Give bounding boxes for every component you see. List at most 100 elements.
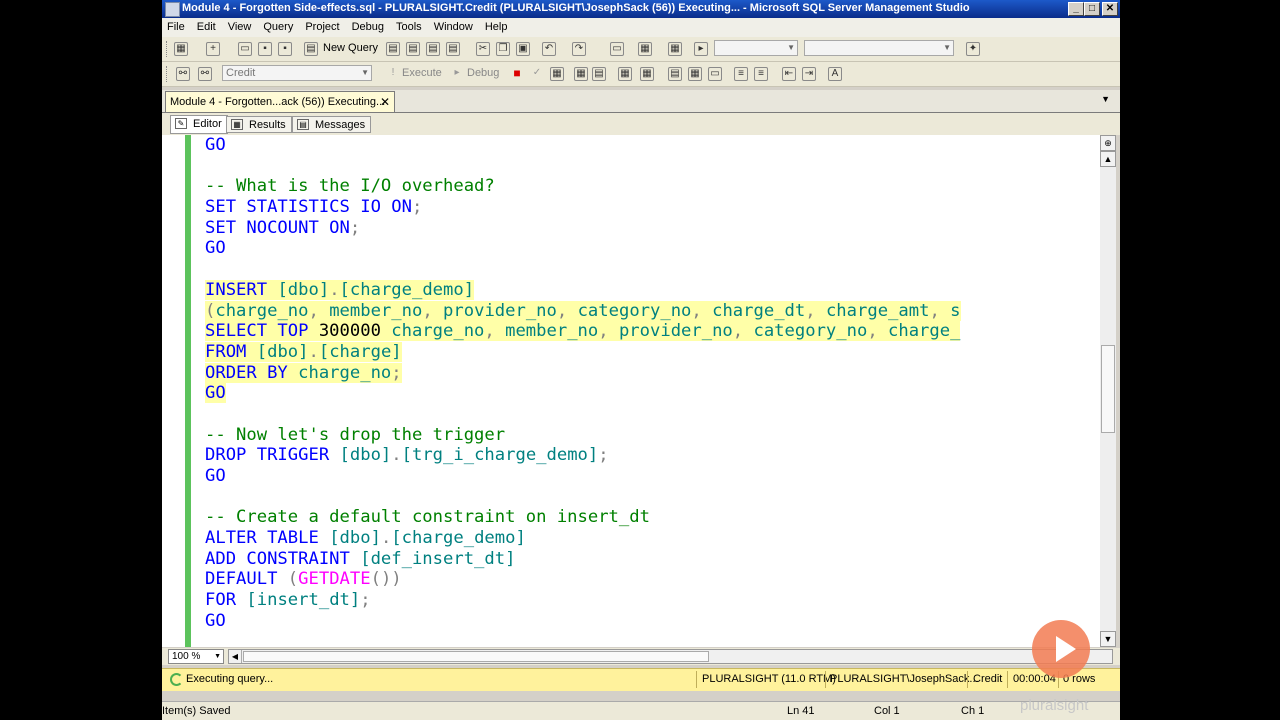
- code-token: provider_no: [618, 321, 733, 342]
- tab-messages[interactable]: ▤ Messages: [292, 116, 372, 133]
- code-line[interactable]: ADD CONSTRAINT [def_insert_dt]: [205, 549, 961, 570]
- query-designer-icon[interactable]: ▦: [574, 67, 588, 81]
- comment-icon[interactable]: ≡: [734, 67, 748, 81]
- find-combo[interactable]: ▼: [804, 40, 954, 56]
- minimize-button[interactable]: _: [1068, 2, 1084, 16]
- code-line[interactable]: [205, 487, 961, 508]
- horizontal-scroll-thumb[interactable]: [243, 651, 709, 662]
- code-line[interactable]: DROP TRIGGER [dbo].[trg_i_charge_demo];: [205, 445, 961, 466]
- scroll-left-icon[interactable]: ◀: [229, 650, 242, 663]
- code-line[interactable]: (charge_no, member_no, provider_no, cate…: [205, 300, 961, 322]
- execute-button[interactable]: Execute: [402, 67, 442, 79]
- code-line[interactable]: GO: [205, 383, 961, 404]
- navigate-icon[interactable]: ▭: [610, 42, 624, 56]
- code-line[interactable]: -- What is the I/O overhead?: [205, 176, 961, 197]
- code-line[interactable]: ALTER TABLE [dbo].[charge_demo]: [205, 528, 961, 549]
- new-query-icon[interactable]: ▤: [304, 42, 318, 56]
- disconnect-icon[interactable]: ⚯: [198, 67, 212, 81]
- code-line[interactable]: SET STATISTICS IO ON;: [205, 197, 961, 218]
- paste-icon[interactable]: ▣: [516, 42, 530, 56]
- menu-view[interactable]: View: [223, 18, 259, 35]
- toolbar-grip[interactable]: [166, 66, 170, 82]
- code-line[interactable]: FROM [dbo].[charge]: [205, 341, 961, 363]
- code-line[interactable]: INSERT [dbo].[charge_demo]: [205, 279, 961, 301]
- undo-icon[interactable]: ↶: [542, 42, 556, 56]
- new-query-button[interactable]: New Query: [323, 42, 378, 54]
- font-size-icon[interactable]: A: [828, 67, 842, 81]
- xmla-query-icon[interactable]: ▤: [446, 42, 460, 56]
- cancel-query-icon[interactable]: ■: [510, 67, 524, 81]
- code-token: [trg_i_charge_demo]: [401, 445, 599, 466]
- tab-editor[interactable]: ✎ Editor: [170, 115, 228, 134]
- save-icon[interactable]: ▪: [258, 42, 272, 56]
- tab-results[interactable]: ▦ Results: [226, 116, 292, 133]
- code-line[interactable]: -- Create a default constraint on insert…: [205, 507, 961, 528]
- registered-servers-icon[interactable]: ▦: [638, 42, 652, 56]
- vertical-scroll-thumb[interactable]: [1101, 345, 1115, 433]
- horizontal-scrollbar[interactable]: ◀: [228, 649, 1113, 664]
- open-file-icon[interactable]: ▭: [238, 42, 252, 56]
- code-line[interactable]: GO: [205, 135, 961, 156]
- increase-indent-icon[interactable]: ⇥: [802, 67, 816, 81]
- tab-list-dropdown-icon[interactable]: ▼: [1101, 94, 1110, 104]
- toolbar-grip[interactable]: [166, 41, 170, 57]
- code-line[interactable]: FOR [insert_dt];: [205, 590, 961, 611]
- menu-edit[interactable]: Edit: [192, 18, 223, 35]
- properties-icon[interactable]: ✦: [966, 42, 980, 56]
- code-line[interactable]: -- Now let's drop the trigger: [205, 425, 961, 446]
- redo-icon[interactable]: ↷: [572, 42, 586, 56]
- menu-file[interactable]: File: [162, 18, 192, 35]
- uncomment-icon[interactable]: ≡: [754, 67, 768, 81]
- include-plan-icon[interactable]: ▦: [618, 67, 632, 81]
- vertical-scrollbar[interactable]: ⊕ ▲ ▼: [1100, 135, 1116, 647]
- close-tab-icon[interactable]: ✕: [380, 95, 390, 109]
- analysis-query-icon[interactable]: ▤: [406, 42, 420, 56]
- menu-project[interactable]: Project: [300, 18, 346, 35]
- code-line[interactable]: [205, 259, 961, 280]
- code-line[interactable]: DEFAULT (GETDATE()): [205, 569, 961, 590]
- code-line[interactable]: SET NOCOUNT ON;: [205, 218, 961, 239]
- object-explorer-icon[interactable]: ▦: [668, 42, 682, 56]
- display-estimated-plan-icon[interactable]: ▦: [550, 67, 564, 81]
- available-databases-combo[interactable]: Credit ▼: [222, 65, 372, 81]
- client-statistics-icon[interactable]: ▦: [640, 67, 654, 81]
- code-area[interactable]: GO -- What is the I/O overhead? SET STATI…: [205, 135, 961, 632]
- add-item-icon[interactable]: +: [206, 42, 220, 56]
- solution-config-combo[interactable]: ▼: [714, 40, 798, 56]
- code-line[interactable]: GO: [205, 238, 961, 259]
- parse-icon[interactable]: ✓: [530, 67, 544, 81]
- connect-icon[interactable]: ⚯: [176, 67, 190, 81]
- db-engine-query-icon[interactable]: ▤: [386, 42, 400, 56]
- code-line[interactable]: GO: [205, 466, 961, 487]
- menu-tools[interactable]: Tools: [391, 18, 429, 35]
- code-line[interactable]: ORDER BY charge_no;: [205, 362, 961, 384]
- new-project-icon[interactable]: ▦: [174, 42, 188, 56]
- scroll-up-icon[interactable]: ▲: [1100, 151, 1116, 167]
- decrease-indent-icon[interactable]: ⇤: [782, 67, 796, 81]
- play-icon[interactable]: ▸: [694, 42, 708, 56]
- zoom-combo[interactable]: 100 % ▼: [168, 649, 224, 664]
- code-line[interactable]: GO: [205, 611, 961, 632]
- database-combo-value: Credit: [226, 67, 256, 79]
- menu-query[interactable]: Query: [258, 18, 300, 35]
- cut-icon[interactable]: ✂: [476, 42, 490, 56]
- results-to-grid-icon[interactable]: ▦: [688, 67, 702, 81]
- menu-debug[interactable]: Debug: [347, 18, 391, 35]
- code-line[interactable]: [205, 404, 961, 425]
- copy-icon[interactable]: ❐: [496, 42, 510, 56]
- document-tab[interactable]: Module 4 - Forgotten...ack (56)) Executi…: [165, 91, 395, 112]
- results-to-text-icon[interactable]: ▤: [668, 67, 682, 81]
- code-line[interactable]: SELECT TOP 300000 charge_no, member_no, …: [205, 321, 961, 342]
- save-all-icon[interactable]: ▪: [278, 42, 292, 56]
- split-handle-icon[interactable]: ⊕: [1100, 135, 1116, 151]
- specify-values-icon[interactable]: ▤: [592, 67, 606, 81]
- results-to-file-icon[interactable]: ▭: [708, 67, 722, 81]
- query-editor[interactable]: GO -- What is the I/O overhead? SET STATI…: [162, 135, 1100, 647]
- debug-button[interactable]: Debug: [467, 67, 499, 79]
- maximize-button[interactable]: □: [1084, 2, 1100, 16]
- menu-help[interactable]: Help: [480, 18, 515, 35]
- mdx-query-icon[interactable]: ▤: [426, 42, 440, 56]
- menu-window[interactable]: Window: [429, 18, 480, 35]
- code-line[interactable]: [205, 156, 961, 177]
- close-window-button[interactable]: ✕: [1102, 2, 1118, 16]
